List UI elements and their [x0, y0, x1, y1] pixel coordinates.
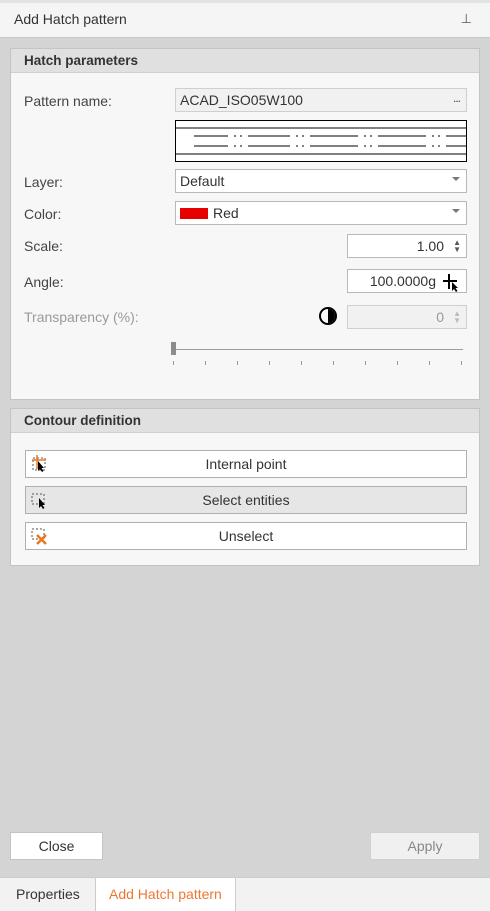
slider-tick — [429, 361, 430, 365]
color-dropdown[interactable]: Red — [175, 201, 467, 225]
internal-point-button[interactable]: Internal point — [25, 450, 467, 478]
close-button[interactable]: Close — [10, 832, 103, 860]
slider-tick — [397, 361, 398, 365]
window-title: Add Hatch pattern — [14, 11, 127, 27]
slider-tick — [461, 361, 462, 365]
scale-input[interactable]: 1.00 ▲ ▼ — [347, 234, 467, 258]
slider-tick — [333, 361, 334, 365]
angle-label: Angle: — [24, 274, 64, 290]
tab-add-hatch-pattern[interactable]: Add Hatch pattern — [95, 878, 236, 911]
select-entities-icon — [31, 493, 45, 509]
scale-stepper[interactable]: ▲ ▼ — [453, 239, 461, 254]
hatch-parameters-panel: Hatch parameters Pattern name: ACAD_ISO0… — [10, 48, 480, 400]
unselect-label: Unselect — [218, 528, 274, 544]
color-swatch — [180, 207, 208, 219]
transparency-label: Transparency (%): — [24, 309, 139, 325]
slider-tick — [365, 361, 366, 365]
scale-label: Scale: — [24, 238, 63, 254]
pattern-browse-button[interactable]: ... — [453, 87, 461, 109]
slider-tick — [205, 361, 206, 365]
chevron-down-icon — [452, 177, 460, 181]
slider-tick — [301, 361, 302, 365]
hatch-parameters-header: Hatch parameters — [11, 49, 479, 73]
pick-angle-icon[interactable] — [441, 272, 461, 292]
slider-thumb[interactable] — [171, 342, 176, 355]
layer-label: Layer: — [24, 174, 63, 190]
slider-tick — [173, 361, 174, 365]
pattern-name-field[interactable]: ACAD_ISO05W100 ... — [175, 88, 467, 112]
slider-tick — [237, 361, 238, 365]
chevron-down-icon — [452, 209, 460, 213]
slider-tick — [269, 361, 270, 365]
unselect-button[interactable]: Unselect — [25, 522, 467, 550]
scale-value: 1.00 — [416, 238, 444, 254]
pattern-preview — [175, 120, 467, 162]
contour-definition-header: Contour definition — [11, 409, 479, 433]
internal-point-label: Internal point — [205, 456, 287, 472]
angle-value: 100.0000g — [369, 273, 436, 289]
select-entities-label: Select entities — [202, 492, 290, 508]
tab-properties[interactable]: Properties — [3, 878, 93, 911]
pin-icon[interactable]: ⊥ — [461, 11, 472, 27]
contrast-icon[interactable] — [319, 307, 337, 325]
pattern-name-value: ACAD_ISO05W100 — [180, 92, 303, 108]
pattern-name-label: Pattern name: — [24, 93, 112, 109]
color-value: Red — [213, 205, 239, 221]
angle-input[interactable]: 100.0000g — [347, 269, 467, 293]
select-entities-button[interactable]: Select entities — [25, 486, 467, 514]
transparency-input[interactable]: 0 ▲ ▼ — [347, 305, 467, 329]
transparency-value: 0 — [436, 309, 444, 325]
color-label: Color: — [24, 206, 62, 222]
bottom-tab-bar: Properties Add Hatch pattern — [0, 877, 490, 911]
slider-track — [175, 349, 463, 350]
pattern-preview-graphic — [176, 127, 466, 155]
apply-button[interactable]: Apply — [370, 832, 480, 860]
unselect-icon — [31, 528, 47, 545]
layer-dropdown[interactable]: Default — [175, 169, 467, 193]
transparency-slider[interactable] — [171, 339, 463, 369]
window-titlebar: Add Hatch pattern ⊥ — [0, 0, 490, 38]
internal-point-icon — [32, 455, 46, 472]
layer-value: Default — [180, 173, 225, 189]
contour-definition-panel: Contour definition Internal point Select… — [10, 408, 480, 566]
transparency-stepper[interactable]: ▲ ▼ — [453, 310, 461, 325]
